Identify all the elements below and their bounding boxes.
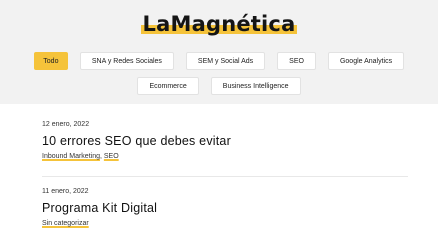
filter-todo[interactable]: Todo: [33, 52, 68, 70]
category-filters: Todo SNA y Redes Sociales SEM y Social A…: [0, 52, 438, 102]
category-link-inbound-marketing[interactable]: Inbound Marketing: [42, 153, 100, 160]
filter-row-2: Ecommerce Business Intelligence: [0, 77, 438, 95]
filter-row-1: Todo SNA y Redes Sociales SEM y Social A…: [0, 52, 438, 70]
filter-business-intelligence[interactable]: Business Intelligence: [210, 77, 301, 95]
filter-seo[interactable]: SEO: [277, 52, 316, 70]
filter-ecommerce[interactable]: Ecommerce: [137, 77, 199, 95]
filter-google-analytics[interactable]: Google Analytics: [327, 52, 405, 70]
category-link-seo[interactable]: SEO: [104, 153, 119, 160]
post-categories: Sin categorizar: [42, 220, 408, 227]
post-title[interactable]: 10 errores SEO que debes evitar: [42, 134, 408, 148]
site-header: LaMagnética Todo SNA y Redes Sociales SE…: [0, 0, 438, 104]
logo-text[interactable]: LaMagnética: [140, 12, 298, 36]
post-date: 12 enero, 2022: [42, 121, 90, 128]
category-link-sin-categorizar[interactable]: Sin categorizar: [42, 220, 89, 227]
post-date: 11 enero, 2022: [42, 188, 89, 195]
post-categories: Inbound Marketing, SEO: [42, 153, 408, 160]
filter-sna-redes-sociales[interactable]: SNA y Redes Sociales: [79, 52, 174, 70]
post-title[interactable]: Programa Kit Digital: [42, 201, 408, 215]
post-item: 12 enero, 2022 10 errores SEO que debes …: [42, 121, 408, 160]
filter-sem-social-ads[interactable]: SEM y Social Ads: [185, 52, 266, 70]
post-divider: [42, 176, 408, 177]
post-item: 11 enero, 2022 Programa Kit Digital Sin …: [42, 188, 408, 227]
site-logo[interactable]: LaMagnética: [0, 12, 438, 36]
